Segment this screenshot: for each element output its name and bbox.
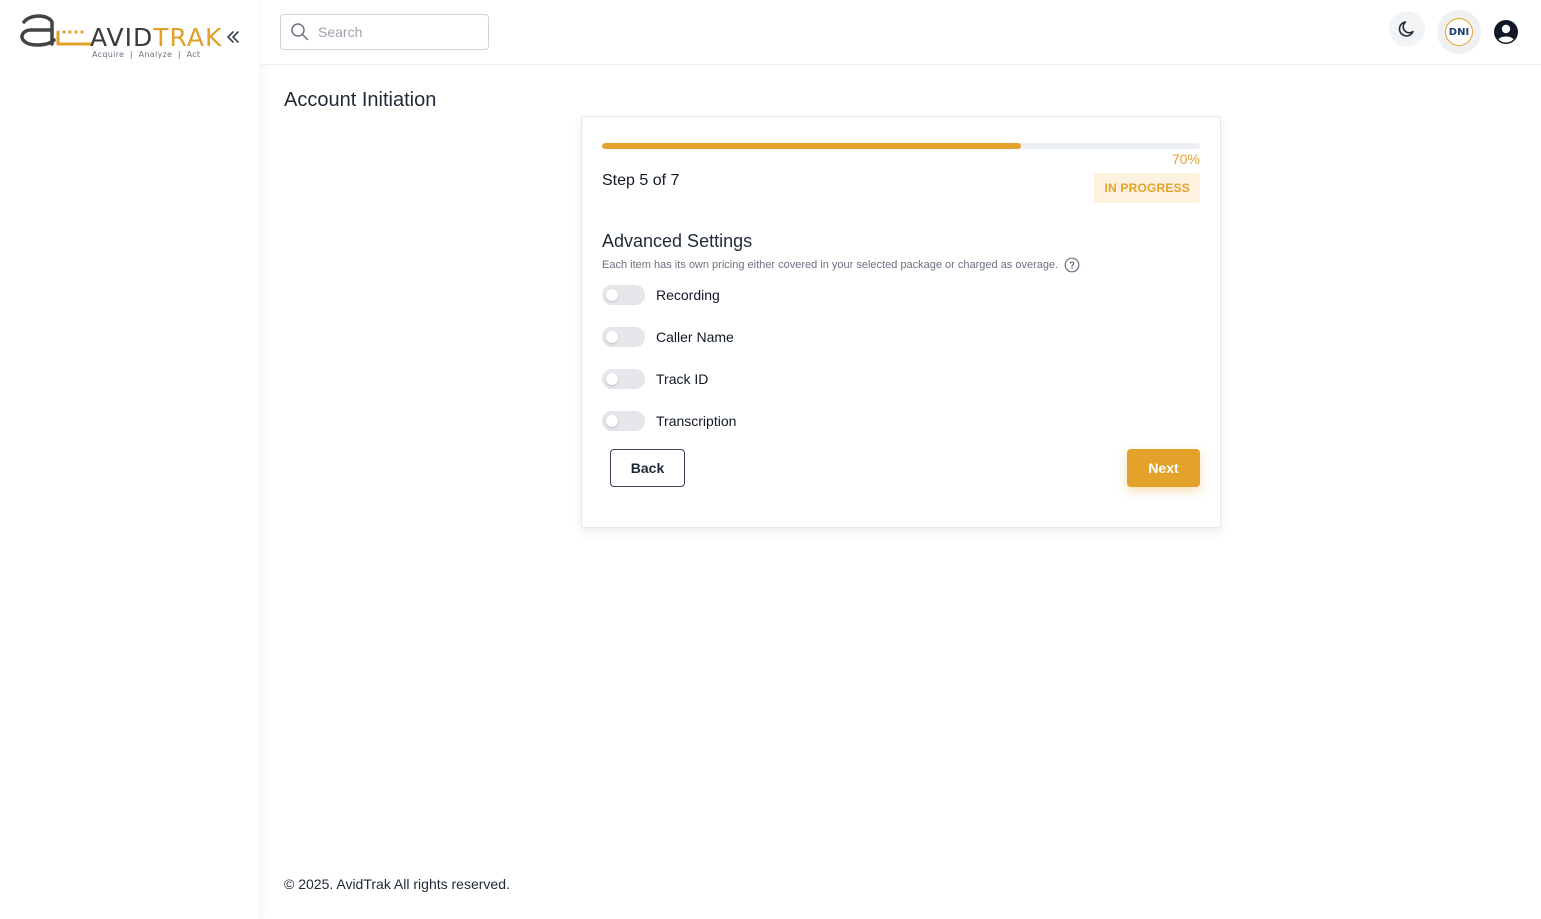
toggle-knob	[606, 289, 618, 301]
option-caller-name: Caller Name	[602, 326, 734, 348]
progress-bar	[602, 143, 1200, 149]
caller-name-toggle[interactable]	[602, 327, 645, 347]
logo-word-trak: TRAK	[153, 23, 223, 52]
sidebar: AVIDTRAK Acquire | Analyze | Act	[0, 0, 260, 919]
user-circle-icon	[1494, 20, 1518, 44]
logo-mark-icon	[20, 14, 92, 47]
search-icon	[291, 23, 309, 41]
chevrons-left-icon	[227, 31, 239, 43]
logo-wordmark: AVIDTRAK	[90, 24, 222, 52]
section-description: Each item has its own pricing either cov…	[602, 257, 1080, 273]
step-indicator: Step 5 of 7	[602, 172, 680, 189]
recording-label: Recording	[656, 287, 720, 303]
caller-name-label: Caller Name	[656, 329, 734, 345]
footer-copyright: © 2025. AvidTrak All rights reserved.	[284, 876, 510, 892]
section-description-text: Each item has its own pricing either cov…	[602, 259, 1059, 271]
user-menu-button[interactable]	[1493, 19, 1519, 45]
avidtrak-logo[interactable]: AVIDTRAK Acquire | Analyze | Act	[18, 10, 221, 62]
search-input[interactable]	[318, 24, 478, 40]
track-id-toggle[interactable]	[602, 369, 645, 389]
option-transcription: Transcription	[602, 410, 736, 432]
moon-icon	[1398, 21, 1414, 37]
progress-bar-fill	[602, 143, 1021, 149]
next-button[interactable]: Next	[1127, 449, 1200, 487]
search-box[interactable]	[280, 14, 489, 50]
theme-toggle-button[interactable]	[1389, 11, 1425, 47]
top-header: DNI	[260, 0, 1541, 65]
dni-badge: DNI	[1445, 18, 1473, 46]
option-track-id: Track ID	[602, 368, 708, 390]
option-recording: Recording	[602, 284, 720, 306]
section-title: Advanced Settings	[602, 231, 753, 251]
progress-percent: 70%	[1171, 151, 1200, 167]
toggle-knob	[606, 415, 618, 427]
back-button[interactable]: Back	[610, 449, 685, 487]
wizard-card: 70% Step 5 of 7 IN PROGRESS Advanced Set…	[581, 116, 1221, 528]
logo-tagline: Acquire | Analyze | Act	[92, 50, 201, 59]
dni-avatar-button[interactable]: DNI	[1437, 10, 1481, 54]
collapse-sidebar-button[interactable]	[224, 26, 242, 48]
recording-toggle[interactable]	[602, 285, 645, 305]
toggle-knob	[606, 373, 618, 385]
transcription-toggle[interactable]	[602, 411, 645, 431]
track-id-label: Track ID	[656, 371, 709, 387]
transcription-label: Transcription	[656, 413, 737, 429]
help-icon[interactable]	[1064, 257, 1080, 273]
page-title: Account Initiation	[284, 89, 437, 111]
status-badge: IN PROGRESS	[1094, 173, 1200, 203]
logo-word-avid: AVID	[90, 23, 154, 52]
toggle-knob	[606, 331, 618, 343]
